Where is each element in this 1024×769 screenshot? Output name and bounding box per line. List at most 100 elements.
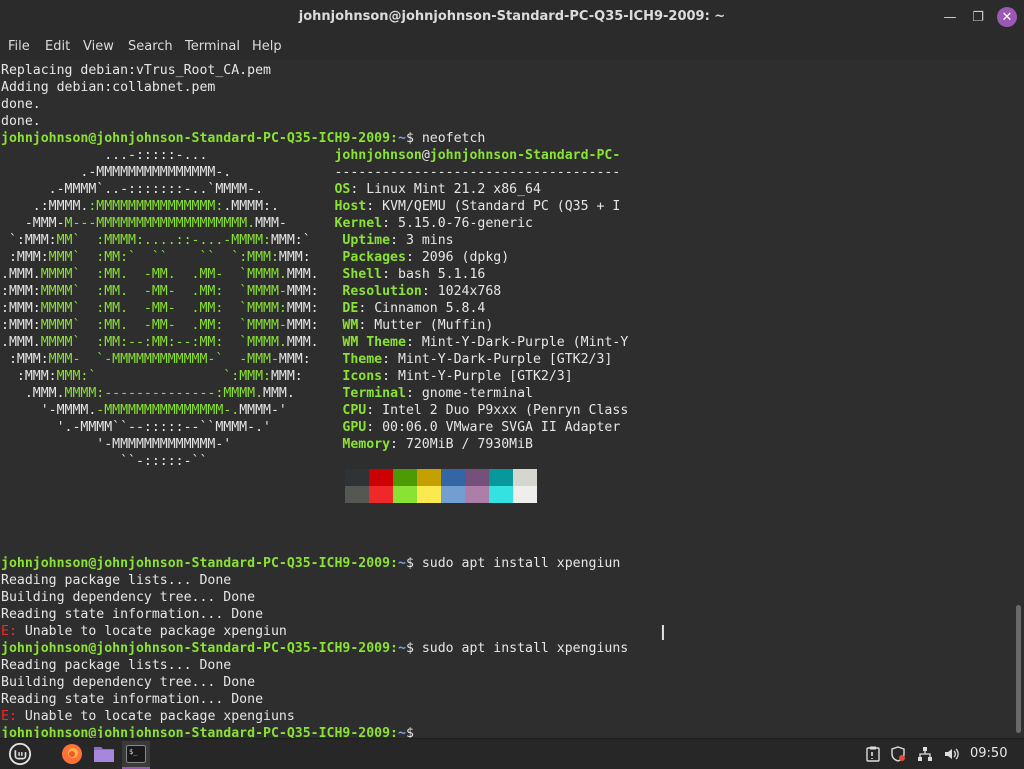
terminal-text: E:: [1, 709, 25, 724]
terminal-text: MMM:: [286, 284, 343, 299]
terminal-text: : Mint-Y-Dark-Purple (Mint-Y: [405, 335, 629, 350]
color-swatch: [465, 486, 489, 503]
terminal-text: MMMM` :MM:--:MM:--:MM: `MMMM.: [40, 335, 287, 350]
terminal-text: -MMM-: [1, 216, 65, 231]
clock[interactable]: 09:50: [970, 746, 1007, 761]
terminal-text: MMMM` :MM. -MM- .MM: `MMMM-: [40, 284, 287, 299]
terminal-text: johnjohnson-Standard-PC-: [429, 148, 621, 163]
terminal-text: MMM:`: [270, 233, 343, 248]
terminal-text: Reading package lists... Done: [1, 573, 232, 588]
terminal-line: :MMM:MMM- `-MMMMMMMMMMMM-` -MMM-MMM: The…: [1, 351, 612, 368]
terminal-line: E: Unable to locate package xpengiuns: [1, 708, 295, 725]
mint-menu-icon[interactable]: [8, 742, 32, 766]
menu-bar: File Edit View Search Terminal Help: [0, 34, 1024, 60]
terminal-line: Building dependency tree... Done: [1, 589, 255, 606]
terminal-text: : Mint-Y-Dark-Purple [GTK2/3]: [382, 352, 613, 367]
terminal-text: .MMM.: [1, 267, 41, 282]
menu-view[interactable]: View: [83, 39, 114, 54]
clipboard-icon[interactable]: [866, 746, 880, 766]
terminal-text: MM` :MMMM:....::-...-MMMM:: [56, 233, 271, 248]
terminal-line: :MMM:MMM` :MM:` `` `` `:MMM:MMM: Package…: [1, 249, 509, 266]
terminal-text: : 2096 (dpkg): [405, 250, 510, 265]
menu-edit[interactable]: Edit: [45, 39, 70, 54]
shield-icon[interactable]: [890, 746, 906, 766]
maximize-icon[interactable]: ❐: [968, 7, 988, 27]
terminal-text: johnjohnson: [334, 148, 422, 163]
terminal-text: Reading state information... Done: [1, 692, 264, 707]
terminal-text: : Cinnamon 5.8.4: [358, 301, 486, 316]
terminal-text: Building dependency tree... Done: [1, 590, 256, 605]
color-swatch: [441, 469, 465, 486]
volume-icon[interactable]: [943, 746, 959, 766]
terminal-text: Reading state information... Done: [1, 607, 264, 622]
terminal-text: MMM:: [286, 301, 343, 316]
terminal-text: Shell: [342, 267, 383, 282]
svg-text:$_: $_: [129, 748, 138, 756]
minimize-icon[interactable]: —: [940, 7, 960, 27]
terminal-text: ...-:::::-...: [1, 148, 335, 163]
terminal-text: $ sudo apt install xpengiun: [405, 556, 621, 571]
scrollbar[interactable]: [1014, 60, 1024, 738]
terminal-text: ``-:::::-``: [1, 454, 208, 469]
terminal-line: :MMM:MMMM` :MM. -MM- .MM: `MMMM-MMM: WM:…: [1, 317, 493, 334]
terminal-text: Unable to locate package xpengiuns: [24, 709, 295, 724]
terminal-line: .MMM.MMMM` :MM:--:MM:--:MM: `MMMM.MMM. W…: [1, 334, 628, 351]
terminal-taskbar-icon[interactable]: $_: [122, 741, 150, 769]
terminal-text: :MMM:: [1, 369, 57, 384]
network-icon[interactable]: [917, 746, 933, 766]
color-swatch: [369, 486, 393, 503]
terminal-text: .MMM.: [1, 335, 41, 350]
terminal-line: -MMM-M---MMMMMMMMMMMMMMMMMMM.MMM- Kernel…: [1, 215, 533, 232]
terminal-text: MMM:: [278, 352, 343, 367]
terminal-line: :MMM:MMMM` :MM. -MM- .MM: `MMMM-MMM: Res…: [1, 283, 501, 300]
terminal-text: MMM:: [286, 318, 343, 333]
terminal-text: `:MMM:: [1, 233, 57, 248]
terminal-text: johnjohnson@johnjohnson-Standard-PC-Q35-…: [1, 641, 398, 656]
terminal-text: MMM- `-MMMMMMMMMMMM-` -MMM-: [48, 352, 279, 367]
terminal-text: : 00:06.0 VMware SVGA II Adapter: [366, 420, 621, 435]
menu-help[interactable]: Help: [252, 39, 282, 54]
terminal-text: johnjohnson@johnjohnson-Standard-PC-Q35-…: [1, 556, 398, 571]
menu-search[interactable]: Search: [128, 39, 173, 54]
terminal-text: : Mutter (Muffin): [358, 318, 494, 333]
terminal-text: .:MMMM.: [1, 199, 89, 214]
color-swatch: [393, 469, 417, 486]
terminal-line: .MMM.MMMM:--------------:MMMM.MMM. Termi…: [1, 385, 533, 402]
terminal-line: .-MMMMMMMMMMMMMMM-. --------------------…: [1, 164, 620, 181]
color-swatch: [489, 469, 513, 486]
menu-file[interactable]: File: [8, 39, 30, 54]
terminal-text: ~: [397, 641, 406, 656]
terminal-text: .MMMM:.: [223, 199, 335, 214]
close-icon[interactable]: ✕: [997, 7, 1017, 27]
terminal-text: WM: [342, 318, 359, 333]
terminal-line: ``-:::::-``: [1, 453, 207, 470]
terminal-text: M---MMMMMMMMMMMMMMMMMMM.: [64, 216, 256, 231]
terminal-text: johnjohnson@johnjohnson-Standard-PC-Q35-…: [1, 131, 398, 146]
terminal-line: johnjohnson@johnjohnson-Standard-PC-Q35-…: [1, 725, 422, 738]
terminal-line: Building dependency tree... Done: [1, 674, 255, 691]
terminal-text: Theme: [342, 352, 383, 367]
terminal-text: Unable to locate package xpengiun: [24, 624, 287, 639]
terminal-text: Memory: [342, 437, 391, 452]
taskbar: $_ 09:50: [0, 738, 1024, 769]
terminal-text: :MMM:: [1, 284, 41, 299]
files-folder-icon[interactable]: [92, 742, 116, 766]
terminal-text: DE: [342, 301, 359, 316]
firefox-icon[interactable]: [60, 742, 84, 766]
terminal-text: ~: [397, 131, 406, 146]
menu-terminal[interactable]: Terminal: [185, 39, 240, 54]
terminal-text: : Intel 2 Duo P9xxx (Penryn Class: [366, 403, 629, 418]
terminal-text: Packages: [342, 250, 406, 265]
terminal-text: -MMMMMMMMMMMMMMM-.: [96, 403, 240, 418]
terminal-line: E: Unable to locate package xpengiun: [1, 623, 287, 640]
terminal-text: : bash 5.1.16: [382, 267, 486, 282]
color-swatch: [393, 486, 417, 503]
terminal-text: MMM` :MM:` `` `` `:MMM:: [48, 250, 279, 265]
terminal-line: Adding debian:collabnet.pem: [1, 79, 215, 96]
title-bar: johnjohnson@johnjohnson-Standard-PC-Q35-…: [0, 0, 1024, 34]
terminal-line: '-MMMMMMMMMMMMM-' Memory: 720MiB / 7930M…: [1, 436, 533, 453]
terminal-output[interactable]: Replacing debian:vTrus_Root_CA.pem Adding…: [0, 60, 1014, 738]
terminal-text: : Linux Mint 21.2 x86_64: [350, 182, 541, 197]
terminal-text: '-MMMM.: [1, 403, 97, 418]
scrollbar-thumb[interactable]: [1016, 605, 1021, 733]
